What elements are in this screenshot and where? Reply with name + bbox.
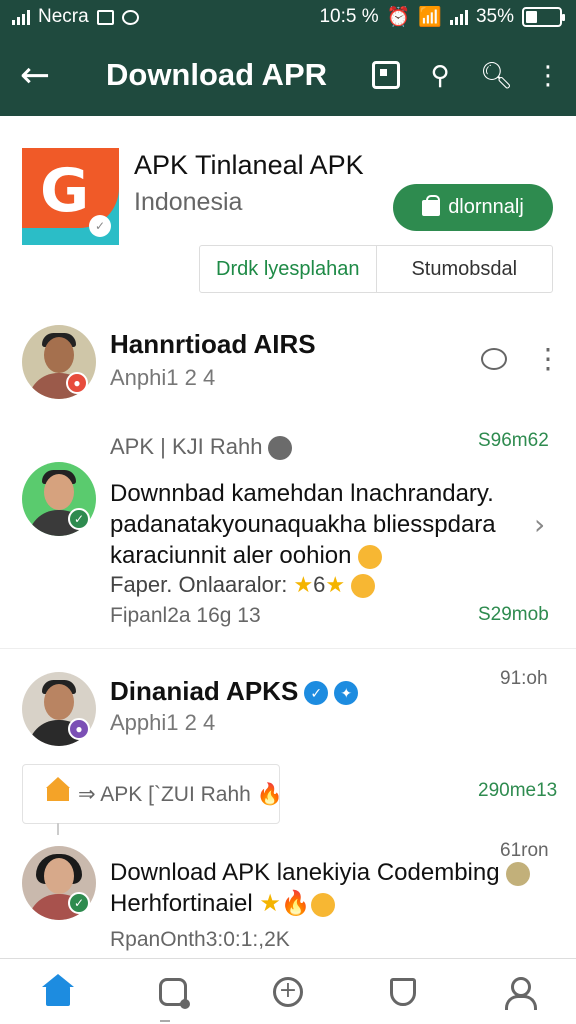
chat-notification-icon xyxy=(121,9,139,25)
post-count: S96m62 xyxy=(478,430,549,451)
chat-bubble-icon[interactable] xyxy=(481,348,507,370)
divider xyxy=(0,648,576,649)
shield-icon xyxy=(390,977,417,1006)
post-time: 91:oh xyxy=(500,668,548,689)
star-icon: ★ xyxy=(259,890,281,917)
post-count-secondary: S29mob xyxy=(478,604,549,625)
star-icon: ★ xyxy=(293,572,314,597)
post-meta: Faper. Onlaaralor: ★6★ xyxy=(110,572,376,599)
bottom-nav: + xyxy=(0,958,576,1024)
tab-second[interactable]: Stumobsdal xyxy=(377,246,553,292)
smile-emoji-icon xyxy=(351,574,376,599)
download-button[interactable]: dlornnalj xyxy=(393,184,553,231)
post-meta-secondary: Fipanl2a 16g 13 xyxy=(110,604,261,627)
status-clock: 10:5 % xyxy=(319,6,379,27)
status-bar: Necra 10:5 % ⏰ 📶 35% xyxy=(0,0,576,34)
search-icon[interactable]: 🔍︎ xyxy=(480,60,513,91)
battery-icon xyxy=(522,7,565,27)
post-meta: RpanOnth3:0:1:,2K xyxy=(110,928,290,951)
wifi-icon: 📶 xyxy=(418,7,442,28)
verified-icon: ✓ xyxy=(304,681,329,706)
page-title: Download APR xyxy=(106,57,328,92)
red-badge-icon: ● xyxy=(66,372,88,394)
carrier-name: Necra xyxy=(38,6,89,27)
fire-emoji-icon: 🔥 xyxy=(256,783,283,806)
app-badge-icon: ✓ xyxy=(89,215,111,237)
link-icon xyxy=(268,436,293,461)
verified-badge-icon: ✓ xyxy=(68,892,90,914)
arrow-icon: ⇒ xyxy=(78,783,96,806)
post-author-name[interactable]: Hannrtioad AIRS xyxy=(110,329,316,360)
share-icon[interactable]: ⚲ xyxy=(426,60,454,91)
post-body: Download APK lanekiyia Codembing Herhfor… xyxy=(110,857,531,919)
nav-home[interactable] xyxy=(28,962,88,1022)
smile-emoji-icon xyxy=(358,544,383,569)
arrow-left-icon[interactable]: ← xyxy=(20,55,70,96)
signal-strength-icon xyxy=(449,9,468,25)
app-logo: G ✓ xyxy=(22,148,119,245)
signal-icon xyxy=(12,9,30,25)
star-icon: ★ xyxy=(325,572,346,597)
post-body: Downnbad kamehdan lnachrandary. padanata… xyxy=(110,480,496,569)
add-icon: + xyxy=(272,976,303,1007)
purple-badge-icon: ● xyxy=(68,718,90,740)
fire-emoji-icon: 🔥 xyxy=(280,890,311,917)
tab-first[interactable]: Drdk lyesplahan xyxy=(200,246,377,292)
nav-add[interactable]: + xyxy=(258,962,318,1022)
battery-percent: 35% xyxy=(475,6,514,27)
post-author-name[interactable]: Dinaniad APKS ✓ ✦ xyxy=(110,676,359,707)
quote-heading: ⇒ APK [`ZUI Rahh 🔥 xyxy=(78,783,283,806)
chat-icon xyxy=(158,977,190,1009)
post-heading: APK | KJI Rahh xyxy=(110,434,293,461)
more-vert-icon[interactable]: ⋮ xyxy=(534,60,562,91)
app-name: APK Tinlaneal APK xyxy=(134,150,364,180)
image-box-icon[interactable] xyxy=(372,61,400,89)
nav-indicator xyxy=(160,1020,170,1022)
chevron-right-icon[interactable]: › xyxy=(534,508,545,541)
badge-icon: ✦ xyxy=(334,681,359,706)
app-bar: ← Download APR ⚲ 🔍︎ ⋮ xyxy=(0,34,576,116)
profile-icon xyxy=(504,976,538,1010)
notification-icon xyxy=(96,9,114,25)
shopping-bag-icon xyxy=(422,194,441,216)
nav-shield[interactable] xyxy=(373,962,433,1022)
nav-chat[interactable] xyxy=(143,962,203,1022)
smile-emoji-icon xyxy=(310,892,335,917)
post-author-sub: Apphi1 2 4 xyxy=(110,710,216,735)
home-icon xyxy=(46,777,70,801)
home-icon xyxy=(41,973,74,1006)
download-button-label: dlornnalj xyxy=(448,196,524,218)
quote-count: 290me13 xyxy=(478,780,558,801)
verified-badge-icon: ✓ xyxy=(68,508,90,530)
nav-profile[interactable] xyxy=(488,962,548,1022)
alarm-icon: ⏰ xyxy=(386,7,411,28)
segmented-tabs: Drdk lyesplahan Stumobsdal xyxy=(199,245,553,293)
more-vert-icon[interactable]: ⋮ xyxy=(534,342,562,375)
post-author-sub: Anphi1 2 4 xyxy=(110,365,216,390)
app-country: Indonesia xyxy=(134,188,243,216)
face-emoji-icon xyxy=(506,861,531,886)
